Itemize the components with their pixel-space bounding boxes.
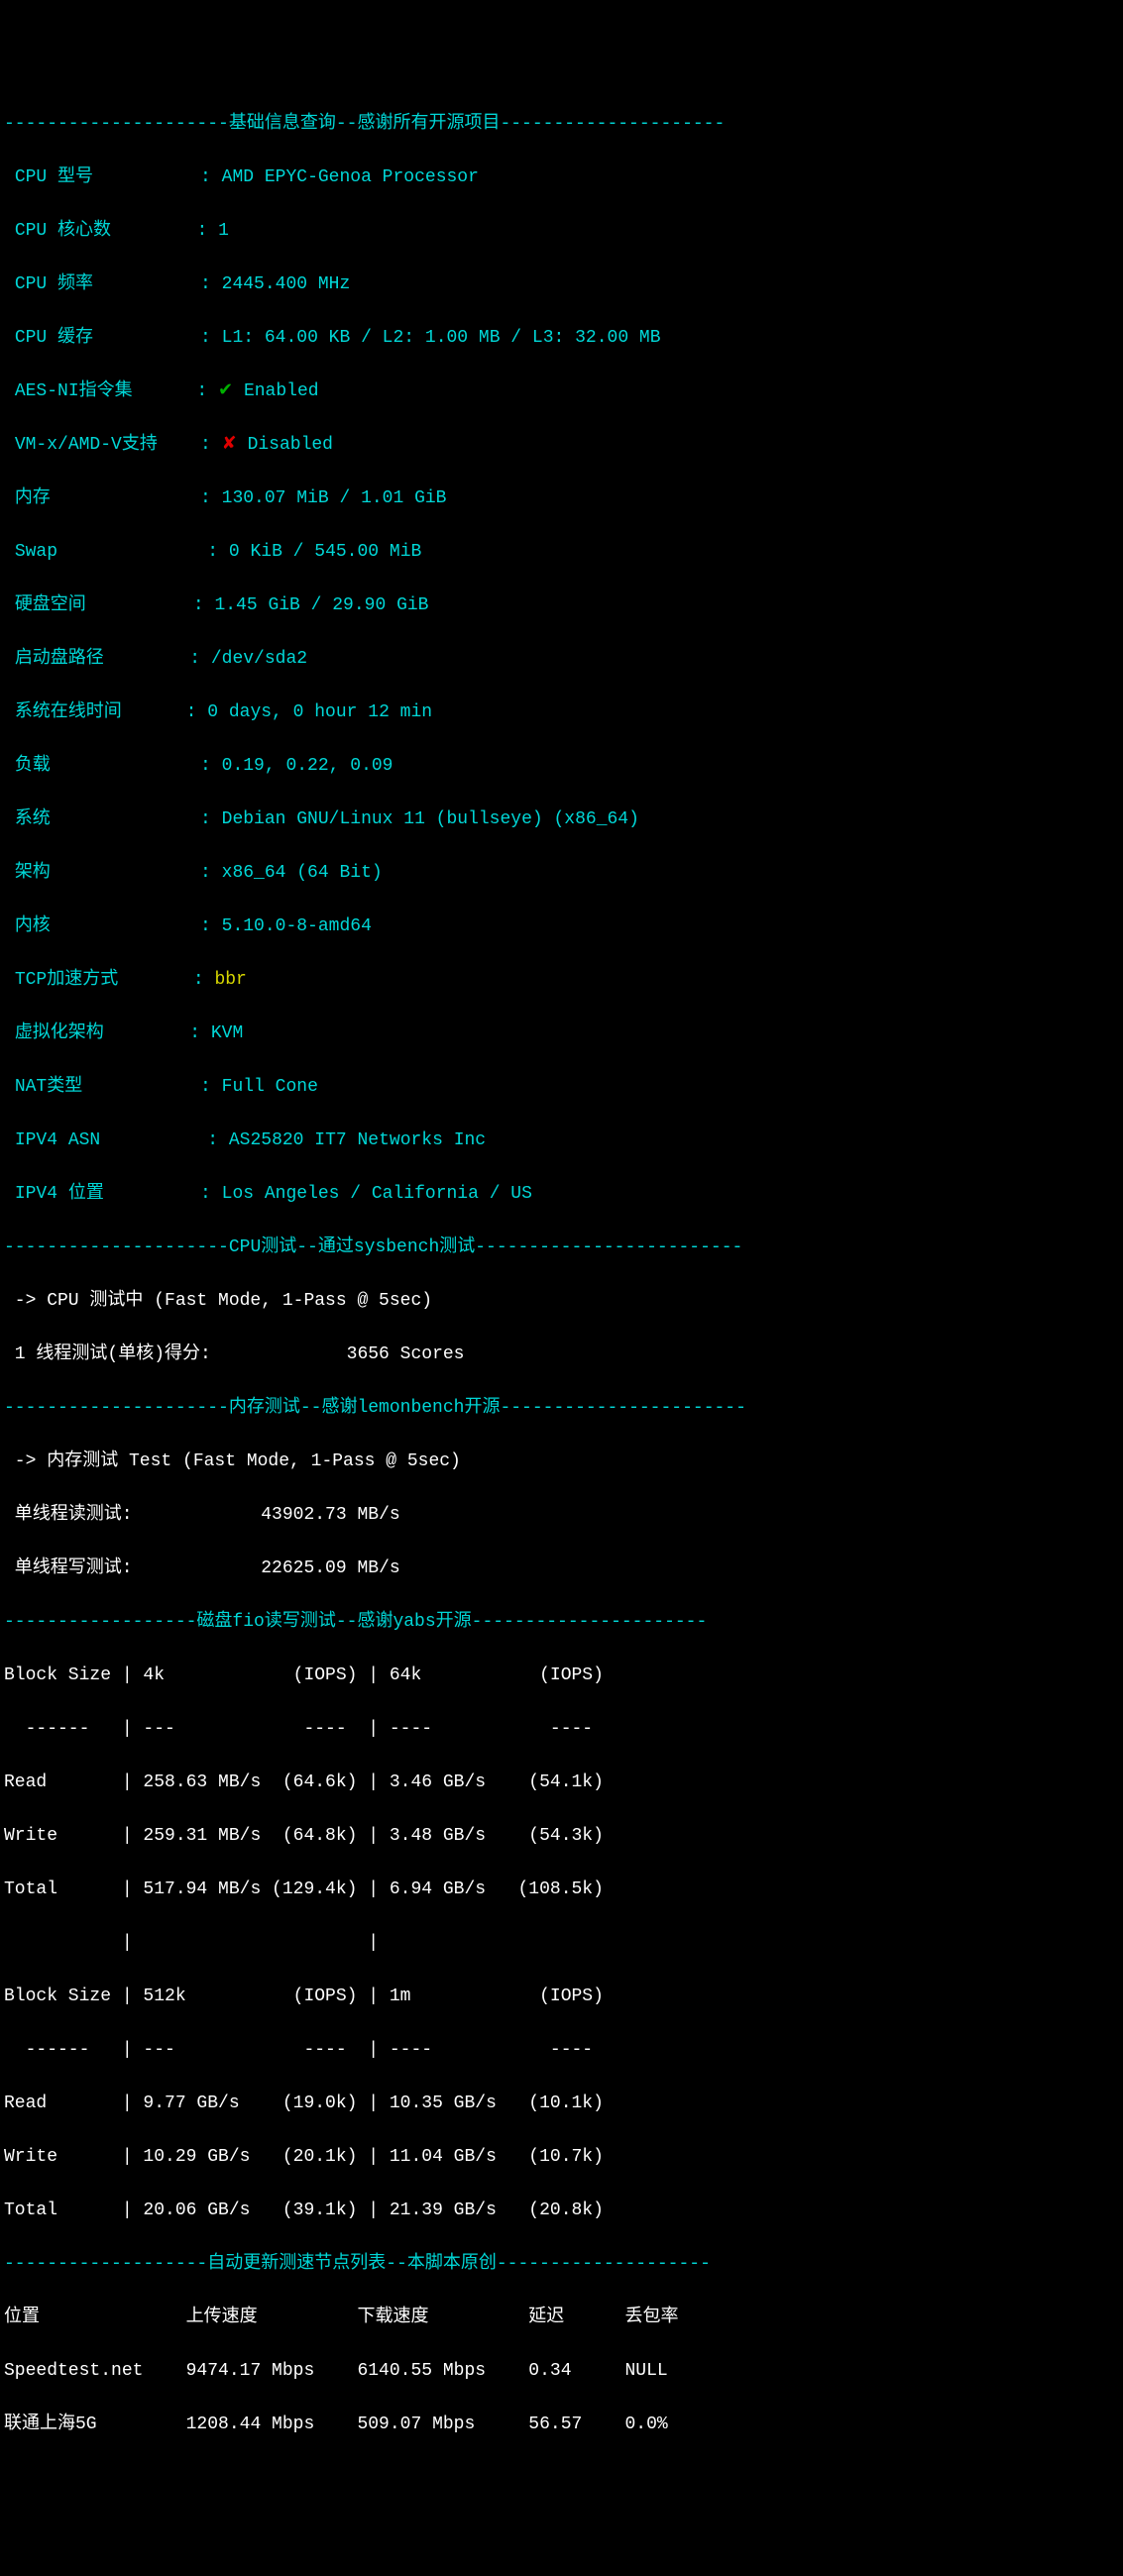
fio-dash2: ------ | --- ---- | ---- ---- xyxy=(4,2037,1119,2064)
row-vmx: VM-x/AMD-V支持 : ✘ Disabled xyxy=(4,432,1119,459)
row-cpu-model: CPU 型号 : AMD EPYC-Genoa Processor xyxy=(4,164,1119,191)
row-nat: NAT类型 : Full Cone xyxy=(4,1074,1119,1101)
header-speed-test: -------------------自动更新测速节点列表--本脚本原创----… xyxy=(4,2251,1119,2278)
row-arch: 架构 : x86_64 (64 Bit) xyxy=(4,860,1119,887)
cpu-result: 1 线程测试(单核)得分: 3656 Scores xyxy=(4,1342,1119,1368)
row-cpu-freq: CPU 频率 : 2445.400 MHz xyxy=(4,271,1119,298)
row-disk: 硬盘空间 : 1.45 GiB / 29.90 GiB xyxy=(4,592,1119,619)
row-swap: Swap : 0 KiB / 545.00 MiB xyxy=(4,539,1119,566)
fio-r2: Read | 9.77 GB/s (19.0k) | 10.35 GB/s (1… xyxy=(4,2091,1119,2117)
row-virt: 虚拟化架构 : KVM xyxy=(4,1020,1119,1047)
fio-w1: Write | 259.31 MB/s (64.8k) | 3.48 GB/s … xyxy=(4,1823,1119,1850)
speed-row1: Speedtest.net 9474.17 Mbps 6140.55 Mbps … xyxy=(4,2358,1119,2385)
fio-hdr1: Block Size | 4k (IOPS) | 64k (IOPS) xyxy=(4,1663,1119,1689)
header-mem-test: ---------------------内存测试--感谢lemonbench开… xyxy=(4,1395,1119,1422)
header-disk-test: ------------------磁盘fio读写测试--感谢yabs开源---… xyxy=(4,1609,1119,1636)
speed-row2: 联通上海5G 1208.44 Mbps 509.07 Mbps 56.57 0.… xyxy=(4,2412,1119,2438)
fio-r1: Read | 258.63 MB/s (64.6k) | 3.46 GB/s (… xyxy=(4,1770,1119,1796)
row-system: 系统 : Debian GNU/Linux 11 (bullseye) (x86… xyxy=(4,806,1119,833)
row-uptime: 系统在线时间 : 0 days, 0 hour 12 min xyxy=(4,699,1119,726)
fio-blank: | | xyxy=(4,1930,1119,1957)
row-bootdisk: 启动盘路径 : /dev/sda2 xyxy=(4,646,1119,673)
speed-hdr: 位置 上传速度 下载速度 延迟 丢包率 xyxy=(4,2305,1119,2331)
row-cpu-cores: CPU 核心数 : 1 xyxy=(4,218,1119,245)
fio-hdr2: Block Size | 512k (IOPS) | 1m (IOPS) xyxy=(4,1984,1119,2010)
row-kernel: 内核 : 5.10.0-8-amd64 xyxy=(4,913,1119,940)
mem-read: 单线程读测试: 43902.73 MB/s xyxy=(4,1502,1119,1529)
cross-icon: ✘ xyxy=(222,435,237,455)
row-loc: IPV4 位置 : Los Angeles / California / US xyxy=(4,1181,1119,1208)
header-basic-info: ---------------------基础信息查询--感谢所有开源项目---… xyxy=(4,111,1119,138)
mem-write: 单线程写测试: 22625.09 MB/s xyxy=(4,1556,1119,1582)
fio-dash1: ------ | --- ---- | ---- ---- xyxy=(4,1716,1119,1743)
row-aes: AES-NI指令集 : ✔ Enabled xyxy=(4,378,1119,405)
row-load: 负载 : 0.19, 0.22, 0.09 xyxy=(4,753,1119,780)
row-asn: IPV4 ASN : AS25820 IT7 Networks Inc xyxy=(4,1127,1119,1154)
mem-testing: -> 内存测试 Test (Fast Mode, 1-Pass @ 5sec) xyxy=(4,1449,1119,1475)
fio-t1: Total | 517.94 MB/s (129.4k) | 6.94 GB/s… xyxy=(4,1877,1119,1903)
check-icon: ✔ xyxy=(218,381,233,401)
fio-w2: Write | 10.29 GB/s (20.1k) | 11.04 GB/s … xyxy=(4,2144,1119,2171)
row-memory: 内存 : 130.07 MiB / 1.01 GiB xyxy=(4,485,1119,512)
row-cpu-cache: CPU 缓存 : L1: 64.00 KB / L2: 1.00 MB / L3… xyxy=(4,325,1119,352)
cpu-testing: -> CPU 测试中 (Fast Mode, 1-Pass @ 5sec) xyxy=(4,1288,1119,1315)
header-cpu-test: ---------------------CPU测试--通过sysbench测试… xyxy=(4,1234,1119,1261)
row-tcp: TCP加速方式 : bbr xyxy=(4,967,1119,994)
fio-t2: Total | 20.06 GB/s (39.1k) | 21.39 GB/s … xyxy=(4,2198,1119,2224)
